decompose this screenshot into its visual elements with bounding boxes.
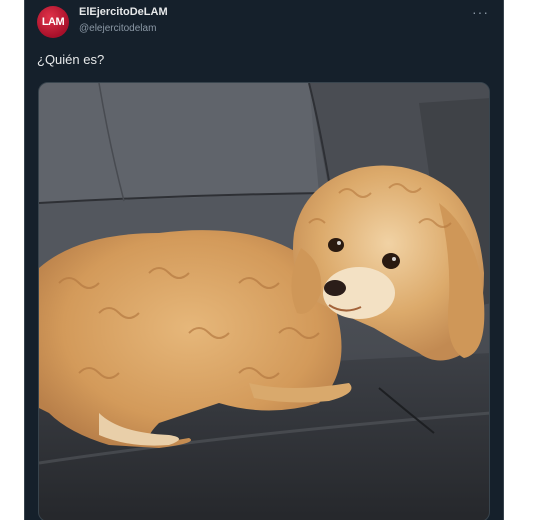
tweet-card[interactable]: LAM ElEjercitoDeLAM @elejercitodelam ···…	[24, 0, 504, 520]
user-handle[interactable]: @elejercitodelam	[79, 23, 156, 34]
dog-on-couch-photo	[39, 83, 489, 520]
more-options-icon[interactable]: ···	[472, 4, 489, 20]
tweet-media-photo[interactable]	[38, 82, 490, 520]
display-name[interactable]: ElEjercitoDeLAM	[79, 6, 168, 18]
page: LAM ElEjercitoDeLAM @elejercitodelam ···…	[0, 0, 560, 520]
avatar[interactable]: LAM	[37, 6, 69, 38]
tweet-text: ¿Quién es?	[37, 52, 105, 67]
